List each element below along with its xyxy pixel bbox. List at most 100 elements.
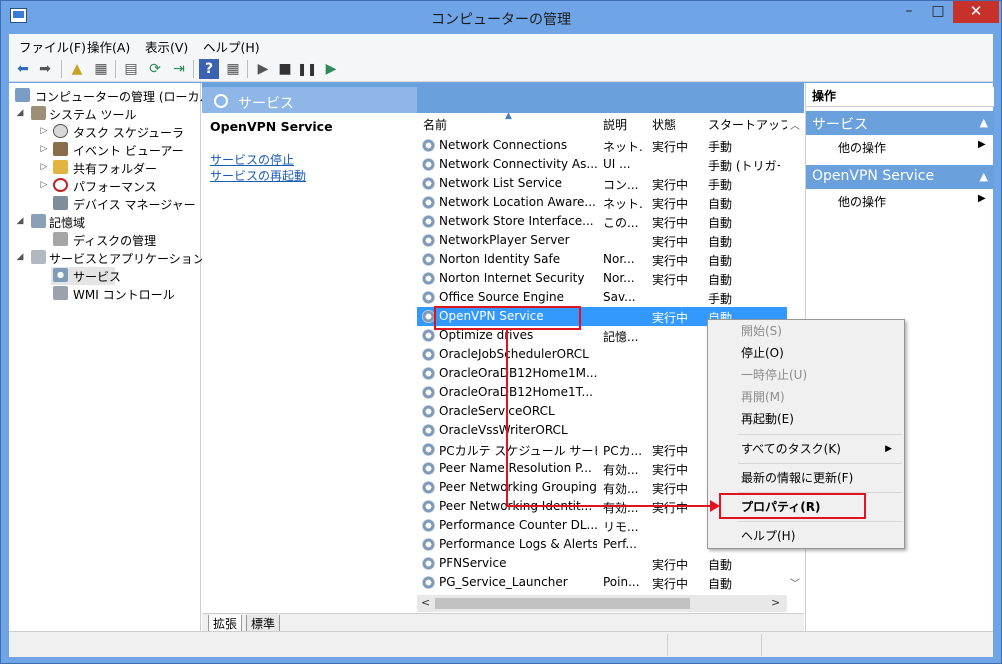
horizontal-scroll-thumb[interactable] xyxy=(435,598,690,609)
computer-icon xyxy=(15,88,30,102)
table-row[interactable]: NetworkPlayer Server 実行中 自動 xyxy=(417,231,787,250)
horizontal-scrollbar[interactable]: < > xyxy=(417,595,787,612)
menu-help[interactable]: ヘルプ(H) xyxy=(203,37,260,56)
scroll-right-icon[interactable]: > xyxy=(771,596,780,609)
close-button[interactable]: ✕ xyxy=(953,1,999,23)
service-detail: OpenVPN Service サービスの停止 サービスの再起動 xyxy=(202,113,412,613)
maximize-button[interactable]: □ xyxy=(925,1,951,23)
table-row[interactable]: Norton Identity Safe Nor... 実行中 自動 xyxy=(417,250,787,269)
table-row[interactable]: Office Source Engine Sav... 手動 xyxy=(417,288,787,307)
navigation-tree: コンピューターの管理 (ローカル) ◢ システム ツール ▷ タスク スケジュー… xyxy=(9,83,216,631)
collapse-up-icon[interactable]: ▲ xyxy=(980,170,988,183)
actions-section-openvpn[interactable]: OpenVPN Service ▲ xyxy=(806,165,994,189)
pause-service-icon[interactable]: ❚❚ xyxy=(297,59,317,79)
start-service-icon[interactable]: ▶ xyxy=(253,59,273,79)
expanded-arrow-icon[interactable]: ◢ xyxy=(15,252,25,262)
menu-item-help[interactable]: ヘルプ(H) xyxy=(708,525,904,547)
menu-item-all-tasks[interactable]: すべてのタスク(K) ▶ xyxy=(708,438,904,460)
tree-item-services[interactable]: サービス xyxy=(51,267,121,285)
gear-icon xyxy=(422,253,435,266)
search-icon xyxy=(214,94,228,108)
view-tabs: 拡張 標準 xyxy=(202,613,804,633)
scroll-down-icon[interactable]: ﹀ xyxy=(790,575,800,590)
menu-item-all-tasks-label: すべてのタスク(K) xyxy=(741,442,841,456)
menu-view[interactable]: 表示(V) xyxy=(145,37,188,56)
restart-service-icon[interactable]: ▶ xyxy=(321,59,341,79)
gear-icon xyxy=(422,234,435,247)
menu-file[interactable]: ファイル(F) xyxy=(19,37,86,56)
services-header-tab: サービス xyxy=(202,87,417,113)
services-apps-icon xyxy=(31,250,46,264)
properties-icon[interactable]: ▤ xyxy=(121,59,141,79)
expanded-arrow-icon[interactable]: ◢ xyxy=(15,216,25,226)
selected-service-name: OpenVPN Service xyxy=(210,119,333,134)
collapsed-arrow-icon[interactable]: ▷ xyxy=(39,126,49,136)
forward-arrow-icon[interactable]: ➡ xyxy=(35,59,55,79)
toolbar: ⬅ ➡ ▲ ▦ ▤ ⟳ ⇥ ? ▦ ▶ ■ ❚❚ ▶ xyxy=(9,56,993,82)
gear-icon xyxy=(422,386,435,399)
sort-ascending-icon: ▲ xyxy=(505,113,512,121)
menu-action[interactable]: 操作(A) xyxy=(87,37,130,56)
expanded-arrow-icon[interactable]: ◢ xyxy=(15,108,25,118)
clock-icon xyxy=(53,124,68,138)
menu-item-restart[interactable]: 再起動(E) xyxy=(708,408,904,430)
back-arrow-icon[interactable]: ⬅ xyxy=(13,59,33,79)
restart-service-link[interactable]: サービスの再起動 xyxy=(210,167,306,184)
menu-separator xyxy=(738,463,902,464)
window-title: コンピューターの管理 xyxy=(431,12,571,28)
table-row[interactable]: Network Connectivity As...UI ...手動 (トリガー… xyxy=(417,155,787,174)
collapsed-arrow-icon[interactable]: ▷ xyxy=(39,162,49,172)
table-row[interactable]: PFNService 実行中 自動 xyxy=(417,554,787,573)
show-hide-tree-icon[interactable]: ▦ xyxy=(91,59,111,79)
gear-icon xyxy=(422,519,435,532)
actions-section-label: サービス xyxy=(812,117,868,133)
status-divider xyxy=(667,634,668,656)
collapsed-arrow-icon[interactable]: ▷ xyxy=(39,180,49,190)
gear-icon xyxy=(422,557,435,570)
minimize-button[interactable]: – xyxy=(896,1,922,23)
highlight-box-properties xyxy=(719,493,866,519)
stop-service-icon[interactable]: ■ xyxy=(275,59,295,79)
scroll-left-icon[interactable]: < xyxy=(421,596,430,609)
performance-icon xyxy=(53,178,68,192)
column-header-startup-type[interactable]: スタートアップの種 xyxy=(708,116,787,133)
actions-section-services[interactable]: サービス ▲ xyxy=(806,111,994,135)
tools-icon xyxy=(31,106,46,120)
submenu-arrow-icon: ▶ xyxy=(978,193,986,204)
scroll-up-icon[interactable]: ︿ xyxy=(790,117,800,132)
export-list-icon[interactable]: ⇥ xyxy=(169,59,189,79)
gear-icon xyxy=(422,291,435,304)
gear-icon xyxy=(422,538,435,551)
column-header-description[interactable]: 説明 xyxy=(603,116,627,133)
table-row[interactable]: Norton Internet Security Nor... 実行中 自動 xyxy=(417,269,787,288)
more-actions-services[interactable]: 他の操作 xyxy=(838,139,886,156)
table-row[interactable]: PG_Service_Launcher Poin... 実行中 自動 xyxy=(417,573,787,592)
menu-item-stop[interactable]: 停止(O) xyxy=(708,342,904,364)
refresh-icon[interactable]: ⟳ xyxy=(145,59,165,79)
collapsed-arrow-icon[interactable]: ▷ xyxy=(39,144,49,154)
table-row[interactable]: Network Store Interface... この... 実行中 自動 xyxy=(417,212,787,231)
table-row[interactable]: Network Connectionsネット...実行中手動 xyxy=(417,136,787,155)
table-row[interactable]: Network Location Aware...ネット...実行中自動 xyxy=(417,193,787,212)
submenu-arrow-icon: ▶ xyxy=(885,444,892,454)
more-actions-openvpn[interactable]: 他の操作 xyxy=(838,193,886,210)
status-bar xyxy=(9,631,993,657)
column-header-name[interactable]: 名前 xyxy=(423,116,447,133)
gear-icon xyxy=(422,215,435,228)
help-icon[interactable]: ? xyxy=(199,59,219,79)
menu-separator xyxy=(738,434,902,435)
stop-service-link[interactable]: サービスの停止 xyxy=(210,151,294,168)
action-pane-icon[interactable]: ▦ xyxy=(223,59,243,79)
up-folder-icon[interactable]: ▲ xyxy=(67,59,87,79)
column-header-status[interactable]: 状態 xyxy=(652,116,676,133)
gear-icon xyxy=(422,177,435,190)
gear-icon xyxy=(422,462,435,475)
gear-icon xyxy=(422,405,435,418)
collapse-up-icon[interactable]: ▲ xyxy=(980,116,988,129)
menu-item-refresh[interactable]: 最新の情報に更新(F) xyxy=(708,467,904,489)
device-manager-icon xyxy=(53,196,68,210)
gear-icon xyxy=(422,481,435,494)
gear-icon xyxy=(53,268,68,282)
title-bar: コンピューターの管理 – □ ✕ xyxy=(1,1,1001,34)
table-row[interactable]: Network List Service コン... 実行中 手動 xyxy=(417,174,787,193)
